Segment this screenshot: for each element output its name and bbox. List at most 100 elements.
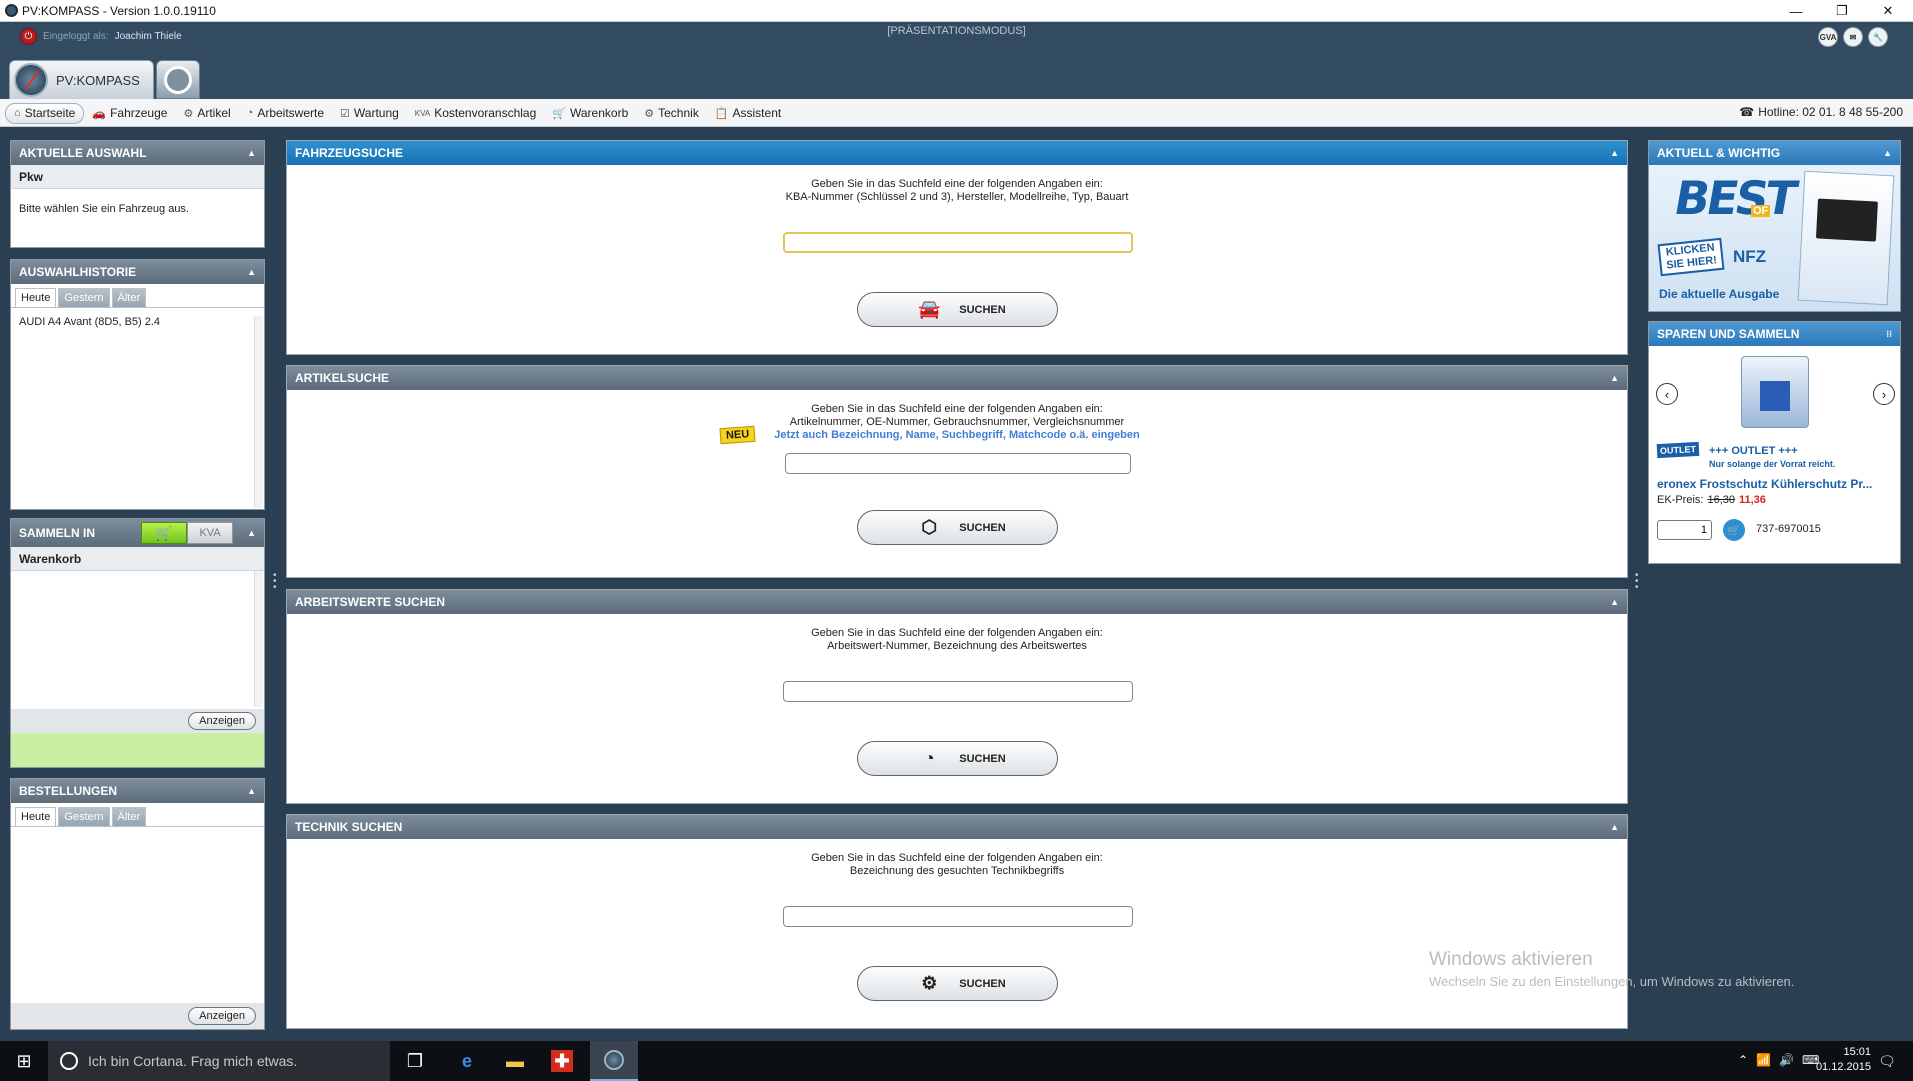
phone-icon: ☎ [1739,105,1755,119]
watermark-title: Windows aktivieren [1429,949,1593,970]
panel-header[interactable]: AKTUELL & WICHTIG ▲ [1649,141,1900,165]
old-price: 16,30 [1707,494,1735,506]
close-button[interactable]: ✕ [1865,0,1911,22]
anzeigen-button[interactable]: Anzeigen [188,1007,256,1025]
collapse-icon[interactable]: ▲ [1610,597,1619,607]
panel-header[interactable]: ARBEITSWERTE SUCHEN ▲ [287,590,1627,614]
grid-icon[interactable]: ⁝⁝ [1886,329,1892,340]
artikel-search-button[interactable]: ⬡ SUCHEN [857,510,1058,545]
anzeigen-button[interactable]: Anzeigen [188,712,256,730]
collapse-icon[interactable]: ▲ [1610,822,1619,832]
pv-kompass-task-icon[interactable] [590,1041,638,1081]
add-to-cart-icon[interactable]: 🛒 [1723,519,1745,541]
tab-pv-kompass[interactable]: PV:KOMPASS [9,60,154,99]
nav-wartung[interactable]: ☑ Wartung [332,103,407,124]
panel-header[interactable]: SPAREN UND SAMMELN ⁝⁝ [1649,322,1900,346]
fahrzeug-search-input[interactable] [783,232,1133,253]
collapse-icon[interactable]: ▲ [247,528,256,538]
kva-icon: KVA [414,108,431,118]
panel-header[interactable]: ARTIKELSUCHE ▲ [287,366,1627,390]
cart-toggle-icon[interactable]: 🛒 [141,522,188,544]
panel-header[interactable]: BESTELLUNGEN ▲ [11,779,264,803]
collapse-icon[interactable]: ▲ [247,148,256,158]
fahrzeug-search-button[interactable]: 🚘 SUCHEN [857,292,1058,327]
restore-button[interactable]: ❐ [1819,0,1865,22]
panel-title: SPAREN UND SAMMELN [1657,327,1800,341]
nav-technik[interactable]: ⚙ Technik [636,103,707,124]
file-explorer-icon[interactable]: ▬ [492,1041,538,1081]
panel-header[interactable]: AKTUELLE AUSWAHL ▲ [11,141,264,165]
best-of-banner[interactable]: BEST OF KLICKEN SIE HIER! NFZ Die aktuel… [1649,165,1900,311]
taskbar-clock[interactable]: 15:01 01.12.2015 [1816,1045,1871,1075]
collection-scrollbar[interactable] [254,571,263,707]
collapse-icon[interactable]: ▲ [1610,148,1619,158]
button-label: SUCHEN [959,977,1006,990]
product-image[interactable] [1741,356,1809,428]
panel-header[interactable]: AUSWAHLHISTORIE ▲ [11,260,264,284]
kva-toggle[interactable]: KVA [187,522,234,544]
panel-header[interactable]: FAHRZEUGSUCHE ▲ [287,141,1627,165]
gva-icon[interactable]: GVA [1818,27,1838,47]
collapse-icon[interactable]: ▲ [247,786,256,796]
cortana-search-box[interactable]: Ich bin Cortana. Frag mich etwas. [48,1041,390,1081]
nav-warenkorb[interactable]: 🛒 Warenkorb [544,103,636,124]
collapse-icon[interactable]: ▲ [1883,148,1892,158]
nav-arbeitswerte[interactable]: ◔ Arbeitswerte [239,103,332,124]
mail-icon[interactable]: ✉ [1843,27,1863,47]
minimize-button[interactable]: — [1773,0,1819,22]
tab-wheel[interactable] [156,60,200,99]
arbeitswerte-search-input[interactable] [783,681,1133,702]
windows-start-icon[interactable]: ⊞ [0,1041,48,1081]
history-scrollbar[interactable] [254,316,263,508]
left-splitter-handle[interactable]: • • • [273,571,277,593]
nav-fahrzeuge[interactable]: 🚗 Fahrzeuge [84,103,175,124]
tab-gestern[interactable]: Gestern [58,807,110,826]
window-title: PV:KOMPASS - Version 1.0.0.19110 [22,4,216,18]
product-name[interactable]: eronex Frostschutz Kühlerschutz Pr... [1657,477,1872,491]
nav-startseite[interactable]: ⌂ Startseite [5,102,85,124]
right-splitter-handle[interactable]: • • • [1635,571,1639,593]
volume-icon[interactable]: 🔊 [1779,1053,1794,1067]
panel-title: TECHNIK SUCHEN [295,820,403,834]
nav-kostenvoranschlag[interactable]: KVA Kostenvoranschlag [407,103,545,124]
wrench-icon[interactable]: 🔧 [1868,27,1888,47]
technik-search-button[interactable]: ⚙ SUCHEN [857,966,1058,1001]
tab-aelter[interactable]: Älter [111,288,147,307]
tab-gestern[interactable]: Gestern [58,288,110,307]
instruction-line: Geben Sie in das Suchfeld eine der folge… [811,852,1103,864]
edge-browser-icon[interactable]: e [444,1041,490,1081]
collapse-icon[interactable]: ▲ [1610,373,1619,383]
network-icon[interactable]: 📶 [1756,1053,1771,1067]
home-icon: ⌂ [14,107,21,119]
app-header: ⏻ Eingeloggt als: Joachim Thiele [PRÄSEN… [0,22,1913,99]
quantity-input[interactable] [1657,520,1712,540]
button-label: SUCHEN [959,521,1006,534]
tab-aelter[interactable]: Älter [111,807,147,826]
instruction-line: Geben Sie in das Suchfeld eine der folge… [811,627,1103,639]
panel-title: AKTUELLE AUSWAHL [19,146,147,160]
nav-assistent[interactable]: 📋 Assistent [707,103,789,124]
tray-chevron-icon[interactable]: ⌃ [1738,1053,1748,1067]
tab-heute[interactable]: Heute [15,288,57,307]
task-view-icon[interactable]: ❐ [392,1041,438,1081]
button-label: SUCHEN [959,303,1006,316]
nav-artikel[interactable]: ⚙ Artikel [175,103,238,124]
carousel-next-icon[interactable]: › [1873,383,1895,405]
outlet-logo: OUTLET [1656,441,1700,459]
panel-header[interactable]: TECHNIK SUCHEN ▲ [287,815,1627,839]
swiss-app-icon[interactable]: ✚ [539,1041,585,1081]
history-item[interactable]: AUDI A4 Avant (8D5, B5) 2.4 [11,308,264,336]
technik-search-input[interactable] [783,906,1133,927]
carousel-prev-icon[interactable]: ‹ [1656,383,1678,405]
arbeitswerte-search-button[interactable]: ◔ SUCHEN [857,741,1058,776]
tab-heute[interactable]: Heute [15,807,57,826]
aktuelle-auswahl-panel: AKTUELLE AUSWAHL ▲ Pkw Bitte wählen Sie e… [10,140,265,248]
panel-title: AKTUELL & WICHTIG [1657,146,1781,160]
klicken-sie-hier-badge: KLICKEN SIE HIER! [1657,237,1725,277]
instruction-line: Geben Sie in das Suchfeld eine der folge… [811,178,1103,190]
article-number: 737-6970015 [1756,523,1821,535]
compass-icon [14,63,48,97]
notifications-icon[interactable]: 🗨 [1867,1041,1907,1081]
artikel-search-input[interactable] [785,453,1131,474]
collapse-icon[interactable]: ▲ [247,267,256,277]
